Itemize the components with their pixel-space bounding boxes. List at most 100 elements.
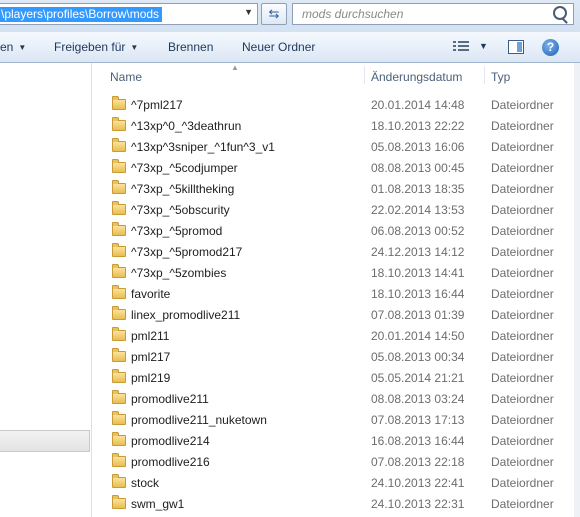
file-list[interactable]: ▲ Name Änderungsdatum Typ ^7pml217 20.01.… [92, 63, 580, 517]
file-row[interactable]: promodlive216 07.08.2013 22:18 Dateiordner [92, 452, 572, 473]
file-name: ^73xp_^5codjumper [131, 161, 238, 175]
file-row[interactable]: ^73xp_^5promod217 24.12.2013 14:12 Dateior… [92, 242, 572, 263]
file-date: 05.08.2013 00:34 [371, 350, 465, 364]
folder-icon [112, 495, 126, 509]
file-row[interactable]: pml219 05.05.2014 21:21 Dateiordner [92, 368, 572, 389]
file-type: Dateiordner [491, 329, 554, 343]
share-with-label: Freigeben für [54, 40, 126, 54]
file-name: pml211 [131, 329, 170, 343]
search-icon[interactable] [553, 6, 567, 20]
file-name: stock [131, 476, 160, 490]
file-row[interactable]: ^73xp_^5killtheking 01.08.2013 18:35 Datei… [92, 179, 572, 200]
file-date: 24.10.2013 22:41 [371, 476, 465, 490]
navigation-selected-item[interactable] [0, 430, 90, 452]
file-name: favorite [131, 287, 171, 301]
file-date: 20.01.2014 14:50 [371, 329, 465, 343]
file-row[interactable]: promodlive214 16.08.2013 16:44 Dateiordner [92, 431, 572, 452]
file-row[interactable]: stock 24.10.2013 22:41 Dateiordner [92, 473, 572, 494]
file-name: pml217 [131, 350, 171, 364]
address-dropdown-icon[interactable]: ▼ [244, 7, 253, 17]
folder-icon [112, 96, 126, 110]
file-row[interactable]: ^13xp^3sniper_^1fun^3_v1 05.08.2013 16:06… [92, 137, 572, 158]
file-row[interactable]: favorite 18.10.2013 16:44 Dateiordner [92, 284, 572, 305]
file-date: 06.08.2013 00:52 [371, 224, 465, 238]
file-date: 16.08.2013 16:44 [371, 434, 465, 448]
folder-icon [112, 222, 126, 236]
folder-icon [112, 411, 126, 425]
folder-icon [112, 474, 126, 488]
folder-icon [112, 138, 126, 152]
organize-chevron-down-icon: ▼ [18, 43, 27, 52]
view-chevron-down-icon[interactable]: ▼ [479, 41, 488, 51]
refresh-button[interactable]: ⇆ [261, 3, 287, 25]
search-box[interactable]: mods durchsuchen [292, 3, 574, 25]
file-date: 24.10.2013 22:31 [371, 497, 465, 511]
file-type: Dateiordner [491, 455, 554, 469]
search-placeholder: mods durchsuchen [302, 7, 404, 21]
folder-icon [112, 264, 126, 278]
vertical-scrollbar[interactable] [574, 63, 580, 517]
column-header-name[interactable]: Name [110, 70, 142, 84]
column-divider[interactable] [484, 66, 485, 84]
file-row[interactable]: ^73xp_^5zombies 18.10.2013 14:41 Dateiordn… [92, 263, 572, 284]
folder-icon [112, 390, 126, 404]
file-type: Dateiordner [491, 287, 554, 301]
column-header-type[interactable]: Typ [491, 70, 510, 84]
column-header-date[interactable]: Änderungsdatum [371, 70, 462, 84]
address-bar[interactable]: \players\profiles\Borrow\mods ▼ [0, 3, 258, 25]
file-date: 05.08.2013 16:06 [371, 140, 465, 154]
file-name: linex_promodlive211 [131, 308, 241, 322]
share-with-button[interactable]: Freigeben für ▼ [54, 40, 138, 54]
file-row[interactable]: ^73xp_^5promod 06.08.2013 00:52 Dateiordne… [92, 221, 572, 242]
refresh-icon: ⇆ [268, 6, 280, 21]
file-type: Dateiordner [491, 497, 554, 511]
organize-label: en [0, 40, 14, 54]
file-row[interactable]: promodlive211 08.08.2013 03:24 Dateiordner [92, 389, 572, 410]
file-row[interactable]: pml217 05.08.2013 00:34 Dateiordner [92, 347, 572, 368]
column-header-row: ▲ Name Änderungsdatum Typ [92, 63, 580, 87]
file-date: 18.10.2013 22:22 [371, 119, 465, 133]
burn-button[interactable]: Brennen [168, 40, 213, 54]
help-icon[interactable]: ? [542, 39, 559, 56]
view-options-icon[interactable] [453, 41, 469, 53]
navigation-pane[interactable] [0, 63, 92, 517]
file-name: ^73xp_^5killtheking [131, 182, 235, 196]
folder-icon [112, 348, 126, 362]
file-date: 22.02.2014 13:53 [371, 203, 465, 217]
folder-icon [112, 369, 126, 383]
file-name: promodlive211 [131, 392, 209, 406]
folder-icon [112, 201, 126, 215]
file-date: 01.08.2013 18:35 [371, 182, 465, 196]
file-row[interactable]: swm_gw1 24.10.2013 22:31 Dateiordner [92, 494, 572, 515]
share-chevron-down-icon: ▼ [130, 43, 139, 52]
folder-icon [112, 285, 126, 299]
file-type: Dateiordner [491, 413, 554, 427]
file-name: promodlive216 [131, 455, 210, 469]
file-date: 07.08.2013 17:13 [371, 413, 465, 427]
file-row[interactable]: promodlive211_nuketown 07.08.2013 17:13 Da… [92, 410, 572, 431]
file-type: Dateiordner [491, 350, 554, 364]
preview-pane-icon[interactable] [508, 40, 524, 54]
file-type: Dateiordner [491, 140, 554, 154]
file-name: pml219 [131, 371, 171, 385]
file-row[interactable]: ^13xp^0_^3deathrun 18.10.2013 22:22 Dateio… [92, 116, 572, 137]
file-date: 18.10.2013 14:41 [371, 266, 465, 280]
folder-icon [112, 117, 126, 131]
file-row[interactable]: ^73xp_^5codjumper 08.08.2013 00:45 Dateior… [92, 158, 572, 179]
file-row[interactable]: linex_promodlive211 07.08.2013 01:39 Datei… [92, 305, 572, 326]
column-divider[interactable] [364, 66, 365, 84]
file-date: 24.12.2013 14:12 [371, 245, 465, 259]
file-row[interactable]: pml211 20.01.2014 14:50 Dateiordner [92, 326, 572, 347]
file-type: Dateiordner [491, 392, 554, 406]
file-date: 05.05.2014 21:21 [371, 371, 465, 385]
file-row[interactable]: ^73xp_^5obscurity 22.02.2014 13:53 Dateior… [92, 200, 572, 221]
file-name: promodlive214 [131, 434, 210, 448]
file-type: Dateiordner [491, 224, 554, 238]
address-path[interactable]: \players\profiles\Borrow\mods [0, 7, 163, 22]
organize-button[interactable]: en ▼ [0, 40, 26, 54]
file-name: promodlive211_nuketown [131, 413, 267, 427]
new-folder-button[interactable]: Neuer Ordner [242, 40, 315, 54]
file-row[interactable]: ^7pml217 20.01.2014 14:48 Dateiordner [92, 95, 572, 116]
file-name: ^73xp_^5promod217 [131, 245, 243, 259]
file-date: 07.08.2013 01:39 [371, 308, 465, 322]
